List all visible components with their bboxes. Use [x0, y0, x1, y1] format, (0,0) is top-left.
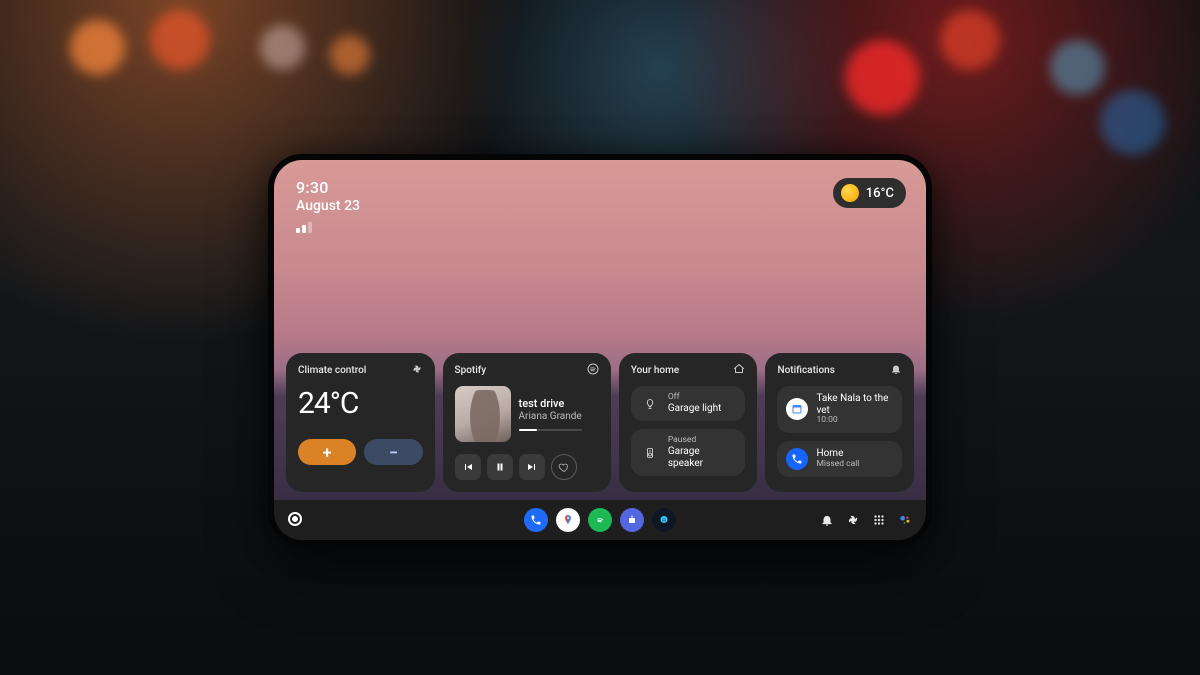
climate-title: Climate control [298, 365, 366, 376]
app-maps[interactable] [556, 508, 580, 532]
nav-apps-icon[interactable] [872, 513, 886, 527]
speaker-icon [640, 443, 660, 463]
tile-name: Garage light [668, 403, 722, 415]
notifications-card[interactable]: Notifications Take Nala to the vet 10:00 [765, 353, 914, 492]
temp-up-button[interactable]: + [298, 439, 356, 465]
track-title: test drive [519, 397, 582, 410]
home-tile-garage-speaker[interactable]: Paused Garage speaker [631, 429, 746, 476]
nav-fan-icon[interactable] [846, 513, 860, 527]
notification-sub: 10:00 [816, 416, 893, 426]
weather-temp: 16°C [866, 186, 894, 201]
album-art [455, 386, 511, 442]
notifications-title: Notifications [777, 365, 834, 376]
phone-icon [786, 448, 808, 470]
app-radio[interactable] [620, 508, 644, 532]
home-tile-garage-light[interactable]: Off Garage light [631, 386, 746, 421]
bell-icon [890, 363, 902, 378]
card-row: Climate control 24°C + − Spotify [274, 353, 926, 500]
notification-sub: Missed call [816, 460, 859, 470]
sun-icon [841, 184, 859, 202]
pause-button[interactable] [487, 454, 513, 480]
notification-title: Take Nala to the vet [816, 393, 893, 416]
spotify-title: Spotify [455, 365, 487, 376]
next-button[interactable] [519, 454, 545, 480]
nav-right [792, 513, 912, 527]
tile-state: Paused [668, 436, 737, 446]
app-spotify[interactable] [588, 508, 612, 532]
notification-title: Home [816, 448, 859, 460]
home-icon [733, 363, 745, 378]
tile-name: Garage speaker [668, 446, 737, 469]
app-waze[interactable] [652, 508, 676, 532]
nav-left [288, 511, 408, 530]
app-dock [524, 508, 676, 532]
home-card[interactable]: Your home Off Garage light [619, 353, 758, 492]
lightbulb-icon [640, 394, 660, 414]
app-phone[interactable] [524, 508, 548, 532]
nav-bar [274, 500, 926, 540]
temp-down-button[interactable]: − [364, 439, 422, 465]
climate-card[interactable]: Climate control 24°C + − [286, 353, 435, 492]
like-button[interactable] [551, 454, 577, 480]
tablet-screen: 9:30 August 23 16°C Climate control 24°C… [274, 160, 926, 540]
notification-item-calendar[interactable]: Take Nala to the vet 10:00 [777, 386, 902, 433]
track-progress[interactable] [519, 429, 582, 431]
clock: 9:30 [296, 178, 360, 197]
notification-item-call[interactable]: Home Missed call [777, 441, 902, 477]
spotify-card[interactable]: Spotify test drive Ariana Grande [443, 353, 611, 492]
spotify-icon [587, 363, 599, 378]
nav-assistant-icon[interactable] [898, 513, 912, 527]
date: August 23 [296, 198, 360, 214]
previous-button[interactable] [455, 454, 481, 480]
fan-icon [411, 363, 423, 378]
calendar-icon [786, 398, 808, 420]
weather-pill[interactable]: 16°C [833, 178, 906, 208]
nav-bell-icon[interactable] [820, 513, 834, 527]
home-title: Your home [631, 365, 679, 376]
tile-state: Off [668, 393, 722, 403]
climate-temperature: 24°C [298, 386, 423, 421]
signal-icon [296, 222, 312, 233]
assistant-indicator-icon[interactable] [288, 512, 302, 526]
status-bar: 9:30 August 23 16°C [274, 160, 926, 237]
track-artist: Ariana Grande [519, 411, 582, 422]
status-left: 9:30 August 23 [296, 178, 360, 237]
